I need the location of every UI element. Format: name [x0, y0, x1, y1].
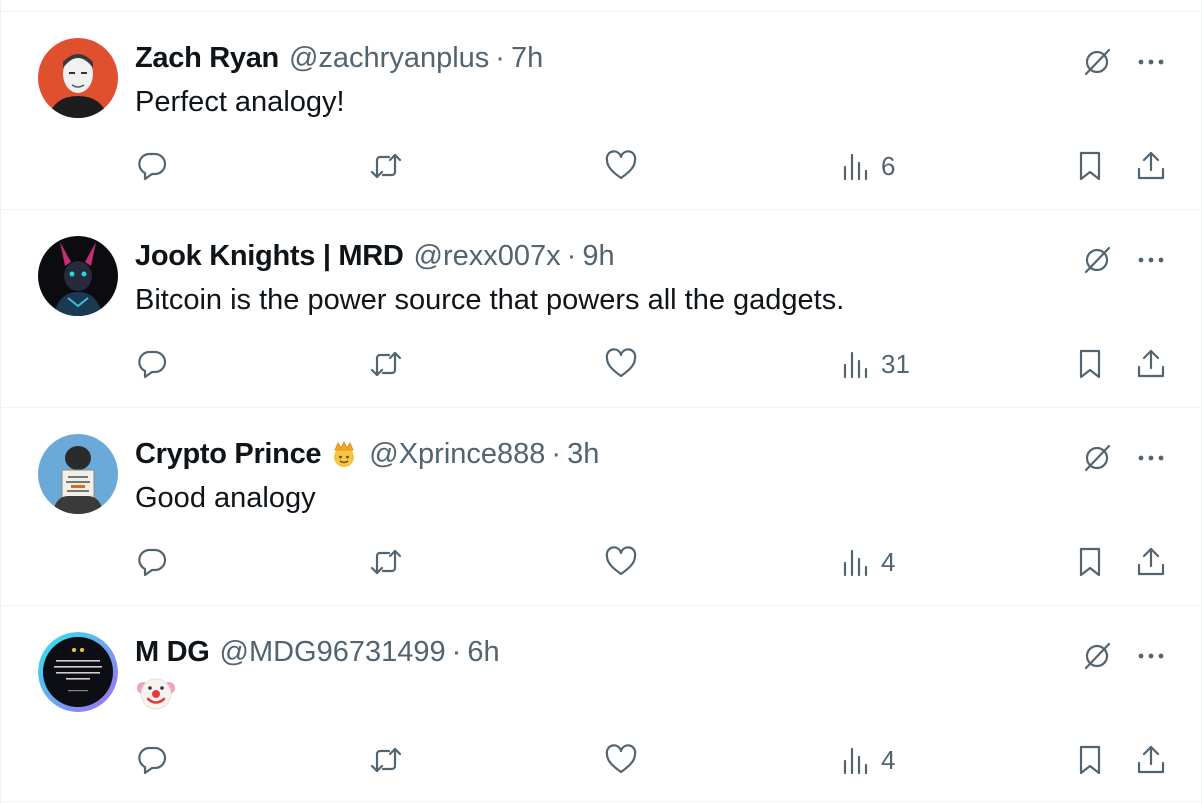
- timestamp[interactable]: 9h: [582, 240, 614, 273]
- avatar[interactable]: [38, 434, 118, 514]
- views-chart-icon: [843, 153, 868, 181]
- tweet-text: Perfect analogy!: [135, 86, 345, 118]
- tweet-item[interactable]: Crypto Prince @Xprince888 · 3h Good anal…: [1, 408, 1201, 606]
- like-button[interactable]: [604, 740, 638, 780]
- views-button[interactable]: 6: [839, 146, 895, 186]
- retweet-icon: [370, 351, 402, 377]
- bookmark-icon: [1079, 547, 1101, 577]
- reply-feed: Zach Ryan @zachryanplus · 7h Perfect ana…: [0, 0, 1202, 804]
- separator: ·: [566, 239, 577, 272]
- like-button[interactable]: [604, 344, 638, 384]
- share-button[interactable]: [1134, 740, 1168, 780]
- tweet-item[interactable]: M DG @MDG96731499 · 6h 4: [1, 606, 1201, 802]
- tweet-header: Jook Knights | MRD @rexx007x · 9h: [135, 238, 615, 274]
- grok-icon[interactable]: [1080, 243, 1114, 277]
- separator: ·: [551, 437, 562, 470]
- heart-icon: [605, 348, 637, 378]
- reply-button[interactable]: [135, 344, 169, 384]
- user-handle[interactable]: @zachryanplus: [289, 42, 489, 75]
- bookmark-icon: [1079, 745, 1101, 775]
- heart-icon: [605, 150, 637, 180]
- bookmark-icon: [1079, 349, 1101, 379]
- clown-face-emoji-icon: [135, 672, 177, 714]
- display-name[interactable]: Zach Ryan: [135, 42, 279, 75]
- views-count: 31: [881, 348, 910, 379]
- retweet-icon: [370, 549, 402, 575]
- heart-icon: [605, 546, 637, 576]
- like-button[interactable]: [604, 542, 638, 582]
- reply-button[interactable]: [135, 740, 169, 780]
- tweet-item[interactable]: Zach Ryan @zachryanplus · 7h Perfect ana…: [1, 12, 1201, 210]
- reply-icon: [138, 548, 167, 577]
- share-button[interactable]: [1134, 542, 1168, 582]
- retweet-icon: [370, 747, 402, 773]
- tweet-header: M DG @MDG96731499 · 6h: [135, 634, 500, 670]
- retweet-button[interactable]: [369, 542, 403, 582]
- reply-icon: [138, 746, 167, 775]
- views-count: 4: [881, 546, 896, 577]
- views-button[interactable]: 4: [839, 542, 895, 582]
- avatar[interactable]: [38, 632, 118, 712]
- user-handle[interactable]: @MDG96731499: [220, 636, 446, 669]
- tweet-item[interactable]: Jook Knights | MRD @rexx007x · 9h Bitcoi…: [1, 210, 1201, 408]
- share-icon: [1137, 547, 1165, 576]
- views-button[interactable]: 4: [839, 740, 895, 780]
- retweet-button[interactable]: [369, 344, 403, 384]
- retweet-button[interactable]: [369, 146, 403, 186]
- prince-emoji-icon: [329, 439, 359, 469]
- reply-icon: [138, 350, 167, 379]
- timestamp[interactable]: 6h: [467, 636, 499, 669]
- more-dots-icon[interactable]: [1134, 639, 1168, 673]
- more-dots-icon[interactable]: [1134, 45, 1168, 79]
- grok-icon[interactable]: [1080, 639, 1114, 673]
- display-name[interactable]: M DG: [135, 636, 210, 669]
- more-dots-icon[interactable]: [1134, 441, 1168, 475]
- views-chart-icon: [843, 351, 868, 379]
- views-chart-icon: [843, 549, 868, 577]
- avatar[interactable]: [38, 38, 118, 118]
- like-button[interactable]: [604, 146, 638, 186]
- bookmark-button[interactable]: [1073, 542, 1107, 582]
- share-button[interactable]: [1134, 146, 1168, 186]
- views-chart-icon: [843, 747, 868, 775]
- views-button[interactable]: 31: [839, 344, 910, 384]
- retweet-icon: [370, 153, 402, 179]
- display-name[interactable]: Jook Knights | MRD: [135, 240, 404, 273]
- share-icon: [1137, 349, 1165, 378]
- timestamp[interactable]: 3h: [567, 438, 599, 471]
- heart-icon: [605, 744, 637, 774]
- reply-button[interactable]: [135, 146, 169, 186]
- views-count: 4: [881, 744, 896, 775]
- reply-button[interactable]: [135, 542, 169, 582]
- timestamp[interactable]: 7h: [511, 42, 543, 75]
- bookmark-button[interactable]: [1073, 740, 1107, 780]
- separator: ·: [451, 635, 462, 668]
- user-handle[interactable]: @Xprince888: [369, 438, 545, 471]
- bookmark-icon: [1079, 151, 1101, 181]
- tweet-text: Bitcoin is the power source that powers …: [135, 284, 845, 316]
- tweet-text: Good analogy: [135, 482, 316, 514]
- user-handle[interactable]: @rexx007x: [414, 240, 561, 273]
- tweet-header: Zach Ryan @zachryanplus · 7h: [135, 40, 543, 76]
- more-dots-icon[interactable]: [1134, 243, 1168, 277]
- views-count: 6: [881, 150, 896, 181]
- grok-icon[interactable]: [1080, 45, 1114, 79]
- share-button[interactable]: [1134, 344, 1168, 384]
- avatar[interactable]: [38, 236, 118, 316]
- grok-icon[interactable]: [1080, 441, 1114, 475]
- reply-icon: [138, 152, 167, 181]
- bookmark-button[interactable]: [1073, 146, 1107, 186]
- retweet-button[interactable]: [369, 740, 403, 780]
- share-icon: [1137, 151, 1165, 180]
- bookmark-button[interactable]: [1073, 344, 1107, 384]
- tweet-header: Crypto Prince @Xprince888 · 3h: [135, 436, 599, 472]
- display-name[interactable]: Crypto Prince: [135, 438, 322, 471]
- share-icon: [1137, 745, 1165, 774]
- separator: ·: [495, 41, 505, 74]
